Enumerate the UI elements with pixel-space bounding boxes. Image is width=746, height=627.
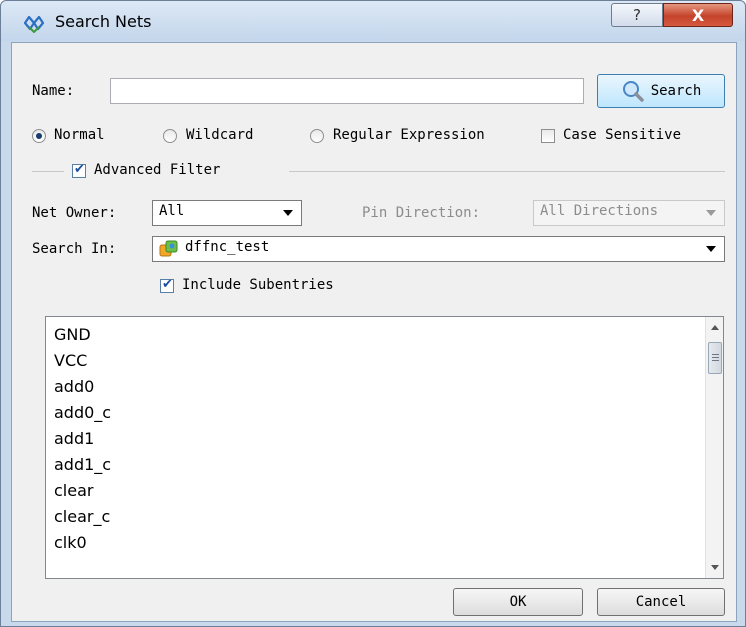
- network-icon: [23, 15, 45, 33]
- list-item[interactable]: clk0: [54, 533, 87, 552]
- scroll-thumb[interactable]: [708, 342, 722, 374]
- normal-label: Normal: [54, 127, 105, 143]
- vertical-scrollbar[interactable]: [705, 317, 723, 578]
- list-item[interactable]: GND: [54, 325, 91, 344]
- chevron-down-icon: [706, 210, 716, 216]
- group-divider-left: [32, 171, 64, 172]
- dialog-body: Name: Search Normal Wildcard Regular Exp…: [11, 42, 737, 622]
- chevron-down-icon: [706, 246, 716, 252]
- normal-radio[interactable]: [32, 129, 46, 143]
- close-button[interactable]: X: [663, 3, 733, 27]
- net-owner-label: Net Owner:: [32, 205, 117, 221]
- chevron-down-icon: [283, 210, 293, 216]
- window-title: Search Nets: [55, 12, 152, 31]
- regex-radio[interactable]: [310, 129, 324, 143]
- results-list[interactable]: GND VCC add0 add0_c add1 add1_c clear cl…: [45, 316, 724, 579]
- list-item[interactable]: add1: [54, 429, 94, 448]
- include-subentries-checkbox[interactable]: [160, 277, 174, 293]
- title-bar[interactable]: Search Nets ? X: [1, 1, 745, 41]
- help-button[interactable]: ?: [611, 3, 663, 27]
- group-divider-right: [289, 171, 725, 172]
- list-item[interactable]: clear_c: [54, 507, 110, 526]
- scroll-down-icon[interactable]: [711, 565, 719, 570]
- name-input[interactable]: [110, 78, 584, 104]
- case-sensitive-label: Case Sensitive: [563, 127, 682, 143]
- ok-button-label: OK: [509, 594, 527, 610]
- search-in-select[interactable]: dffnc_test: [152, 236, 725, 262]
- search-button[interactable]: Search: [597, 74, 725, 108]
- advanced-filter-checkbox[interactable]: [72, 162, 86, 178]
- regex-label: Regular Expression: [333, 127, 485, 143]
- help-icon: ?: [633, 6, 641, 24]
- case-sensitive-checkbox[interactable]: [541, 129, 555, 143]
- pin-direction-select[interactable]: All Directions: [533, 200, 725, 226]
- search-nets-window: Search Nets ? X Name: Search Normal Wild…: [0, 0, 746, 627]
- cancel-button[interactable]: Cancel: [597, 588, 725, 616]
- advanced-filter-label: Advanced Filter: [94, 162, 221, 178]
- include-subentries-label: Include Subentries: [182, 277, 334, 293]
- close-icon: X: [691, 5, 705, 25]
- pin-direction-label: Pin Direction:: [362, 205, 481, 221]
- scroll-up-icon[interactable]: [711, 325, 719, 330]
- list-item[interactable]: add1_c: [54, 455, 111, 474]
- list-item[interactable]: add0_c: [54, 403, 111, 422]
- wildcard-radio[interactable]: [163, 129, 177, 143]
- magnifier-icon: [622, 81, 644, 102]
- search-in-label: Search In:: [32, 241, 117, 257]
- name-label: Name:: [32, 83, 75, 99]
- search-button-label: Search: [650, 83, 702, 99]
- list-item[interactable]: add0: [54, 377, 94, 396]
- cancel-button-label: Cancel: [635, 594, 687, 610]
- wildcard-label: Wildcard: [186, 127, 254, 143]
- module-icon: [159, 240, 178, 257]
- list-item[interactable]: VCC: [54, 351, 87, 370]
- net-owner-select[interactable]: All: [152, 200, 302, 226]
- list-item[interactable]: clear: [54, 481, 93, 500]
- ok-button[interactable]: OK: [453, 588, 583, 616]
